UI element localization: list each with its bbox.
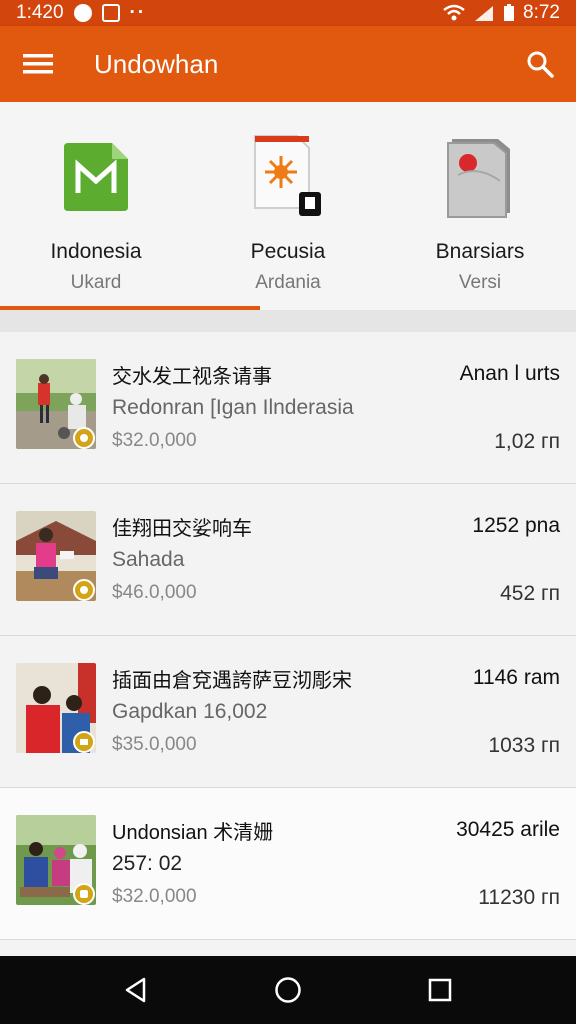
red-folder-icon	[440, 132, 520, 222]
notification-dot-icon	[73, 4, 92, 22]
listing-time: 11230 гп	[478, 886, 560, 909]
list-item[interactable]: 交水发工视条请事 Redonran [Igan Ilnderasia $32.0…	[0, 332, 576, 484]
list-item[interactable]: 佳翔田交娑响车 Sahada $46.0,000 1252 pna 452 гп	[0, 484, 576, 636]
search-icon	[527, 51, 554, 78]
status-left: 1:420 ··	[16, 2, 146, 24]
app-title: Undowhan	[94, 48, 219, 79]
listing-title: 插面由倉兗遇誇萨豆沏彫宋	[112, 670, 352, 692]
tab-subtitle: Versi	[458, 272, 502, 293]
list-item[interactable]: 插面由倉兗遇誇萨豆沏彫宋 Gapdkan 16,002 $35.0,000 11…	[0, 636, 576, 788]
listing-time: 452 гп	[500, 582, 560, 605]
back-icon	[125, 977, 146, 1003]
tab-subtitle: Ardania	[255, 272, 321, 293]
app-icon	[101, 4, 120, 22]
listing-price: $32.0,000	[112, 886, 197, 907]
tab-pecusia[interactable]: Pecusia Ardania	[192, 102, 384, 312]
tab-indonesia[interactable]: Indonesia Ukard	[0, 102, 192, 312]
app-bar: Undowhan	[0, 26, 576, 102]
hamburger-menu-icon	[23, 54, 53, 74]
listing-price: $32.0,000	[112, 430, 197, 451]
home-button[interactable]	[258, 960, 318, 1020]
status-right: 8:72	[443, 2, 560, 24]
listing-time: 1033 гп	[488, 734, 560, 757]
green-document-icon	[56, 132, 136, 222]
list-item[interactable]: Undonsian 术清姗 257: 02 $32.0,000 30425 ar…	[0, 788, 576, 940]
status-bar: 1:420 ·· 8:72	[0, 0, 576, 26]
listing-title: Undonsian 术清姗	[112, 822, 274, 844]
listing-title: 交水发工视条请事	[112, 366, 272, 388]
listing-price: $35.0,000	[112, 734, 197, 755]
system-nav-bar	[0, 956, 576, 1024]
listing-right-top: 1146 ram	[472, 666, 560, 689]
tab-subtitle: Ukard	[70, 272, 122, 293]
status-time: 1:420	[16, 2, 64, 23]
tab-title: Indonesia	[50, 240, 142, 263]
wifi-icon	[443, 4, 465, 21]
badge-icon	[73, 883, 95, 905]
listing-time: 1,02 гп	[494, 430, 560, 453]
orange-sun-document-icon	[248, 132, 328, 222]
overflow-dots-icon: ··	[129, 2, 147, 23]
status-right-text: 8:72	[523, 2, 560, 23]
listing-subtitle: Redonran [Igan Ilnderasia	[112, 396, 354, 419]
battery-icon	[504, 4, 515, 21]
tab-title: Bnarsiars	[435, 240, 525, 263]
listing-subtitle: Sahada	[112, 548, 185, 571]
home-icon	[275, 977, 301, 1003]
tabs-divider	[0, 310, 576, 332]
listing-right-top: 1252 pna	[472, 514, 560, 537]
badge-icon	[73, 731, 95, 753]
listing-price: $46.0,000	[112, 582, 197, 603]
listing-subtitle: 257: 02	[112, 852, 183, 875]
menu-button[interactable]	[0, 26, 76, 102]
listing-right-top: Anan l urts	[459, 362, 560, 385]
tab-bnarsiars[interactable]: Bnarsiars Versi	[384, 102, 576, 312]
badge-icon	[73, 579, 95, 601]
search-button[interactable]	[504, 26, 576, 102]
listing-list: 交水发工视条请事 Redonran [Igan Ilnderasia $32.0…	[0, 332, 576, 956]
listing-right-top: 30425 arile	[456, 818, 560, 841]
listing-title: 佳翔田交娑响车	[112, 518, 252, 540]
back-button[interactable]	[106, 960, 166, 1020]
recents-button[interactable]	[410, 960, 470, 1020]
recents-icon	[428, 978, 452, 1002]
tab-title: Pecusia	[250, 240, 326, 263]
listing-subtitle: Gapdkan 16,002	[112, 700, 268, 723]
badge-icon	[73, 427, 95, 449]
category-tabs: Indonesia Ukard Pecusia Ardania Bnarsiar…	[0, 102, 576, 312]
signal-icon	[475, 6, 494, 21]
